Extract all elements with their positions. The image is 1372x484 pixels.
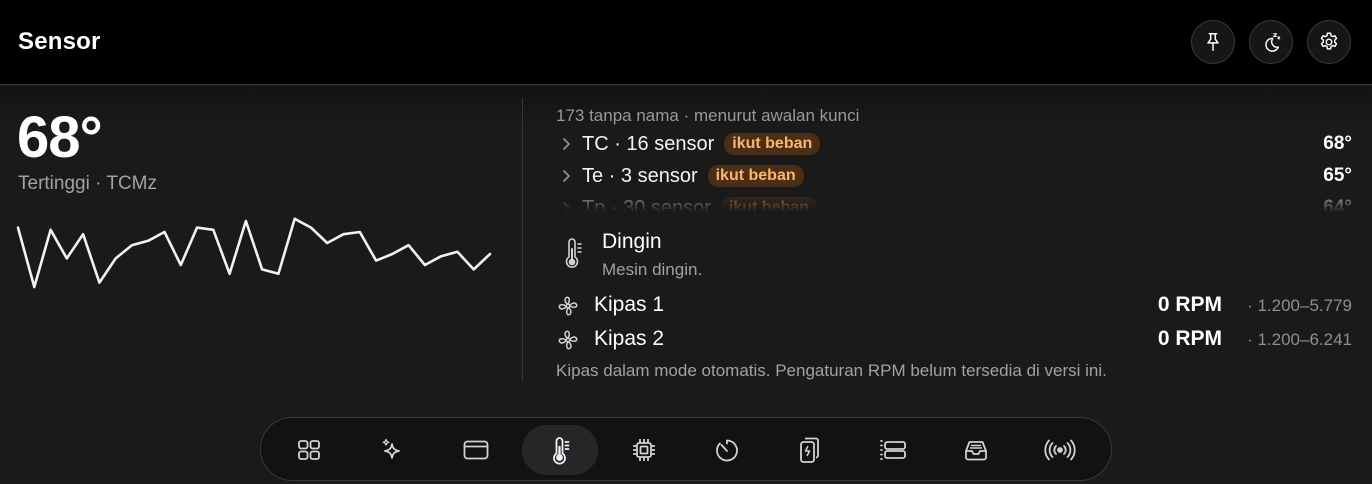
fan-range: · 1.200–5.779: [1247, 296, 1352, 315]
tab-network[interactable]: [1022, 425, 1098, 475]
column-divider: [522, 98, 523, 382]
max-temperature: 68°: [17, 105, 103, 170]
battery-icon: [800, 437, 819, 463]
sensor-group-list[interactable]: TC · 16 sensor ikut beban 68° Te · 3 sen…: [556, 128, 1356, 212]
pin-button[interactable]: [1191, 20, 1235, 64]
tab-sensor[interactable]: [522, 425, 598, 475]
window-icon: [463, 440, 489, 460]
bottom-tab-bar: [260, 417, 1112, 481]
fan-range: · 1.200–6.241: [1247, 330, 1352, 349]
thermal-status-subtitle: Mesin dingin.: [602, 260, 703, 279]
fan-name: Kipas 1: [594, 293, 665, 316]
thermometer-icon: [565, 238, 582, 268]
gear-icon: [1320, 32, 1338, 50]
sensor-group-value: 64°: [1323, 197, 1352, 212]
fan-name: Kipas 2: [594, 327, 665, 350]
load-badge: ikut beban: [720, 197, 817, 212]
gauge-icon: [716, 439, 738, 462]
sparkles-icon: [382, 438, 400, 459]
chevron-right-icon: [563, 138, 570, 150]
sensor-group-row[interactable]: TC · 16 sensor ikut beban 68°: [556, 128, 1356, 160]
sensor-group-row[interactable]: Te · 3 sensor ikut beban 65°: [556, 160, 1356, 192]
fan-icon: [558, 296, 578, 316]
title-bar: Sensor: [0, 0, 1372, 85]
chip-icon: [633, 439, 655, 461]
sensor-group-name: TC · 16 sensor: [582, 132, 715, 155]
storage-icon: [880, 440, 906, 460]
tray-icon: [965, 441, 987, 461]
max-temperature-label: Tertinggi · TCMz: [18, 173, 158, 194]
pin-icon: [1207, 33, 1219, 51]
thermal-status-title: Dingin: [602, 230, 662, 253]
page-title: Sensor: [18, 28, 101, 55]
fan-row: Kipas 2 0 RPM · 1.200–6.241: [556, 324, 1356, 354]
chevron-right-icon: [563, 202, 570, 212]
tab-performance[interactable]: [689, 425, 765, 475]
tab-overview[interactable]: [271, 425, 347, 475]
fan-mode-note: Kipas dalam mode otomatis. Pengaturan RP…: [556, 361, 1107, 380]
sensor-group-value: 68°: [1323, 133, 1352, 154]
sleep-button[interactable]: [1249, 20, 1293, 64]
sparkline-series: [16, 217, 492, 289]
fan-row: Kipas 1 0 RPM · 1.200–5.779: [556, 290, 1356, 320]
temperature-sparkline: [16, 217, 492, 289]
sensor-group-value: 65°: [1323, 165, 1352, 186]
thermometer-icon: [553, 437, 570, 465]
sensor-group-name: Te · 3 sensor: [582, 164, 698, 187]
fan-rpm: 0 RPM: [1157, 327, 1222, 350]
chevron-right-icon: [563, 170, 570, 182]
wireless-icon: [1044, 439, 1076, 461]
tab-insights[interactable]: [354, 425, 430, 475]
sensor-group-header: 173 tanpa nama · menurut awalan kunci: [556, 106, 860, 125]
tab-cpu[interactable]: [606, 425, 682, 475]
moon-sleep-icon: [1265, 33, 1281, 52]
sensor-group-row[interactable]: Tp · 30 sensor ikut beban 64°: [556, 192, 1356, 212]
fan-rpm: 0 RPM: [1157, 293, 1222, 316]
load-badge: ikut beban: [724, 133, 821, 155]
load-badge: ikut beban: [707, 165, 804, 187]
settings-button[interactable]: [1307, 20, 1351, 64]
tab-storage[interactable]: [855, 425, 931, 475]
tab-disk[interactable]: [938, 425, 1014, 475]
fan-icon: [558, 330, 578, 350]
tab-apps[interactable]: [438, 425, 514, 475]
tab-battery[interactable]: [772, 425, 848, 475]
sensor-group-name: Tp · 30 sensor: [582, 196, 711, 213]
grid-icon: [298, 440, 320, 460]
